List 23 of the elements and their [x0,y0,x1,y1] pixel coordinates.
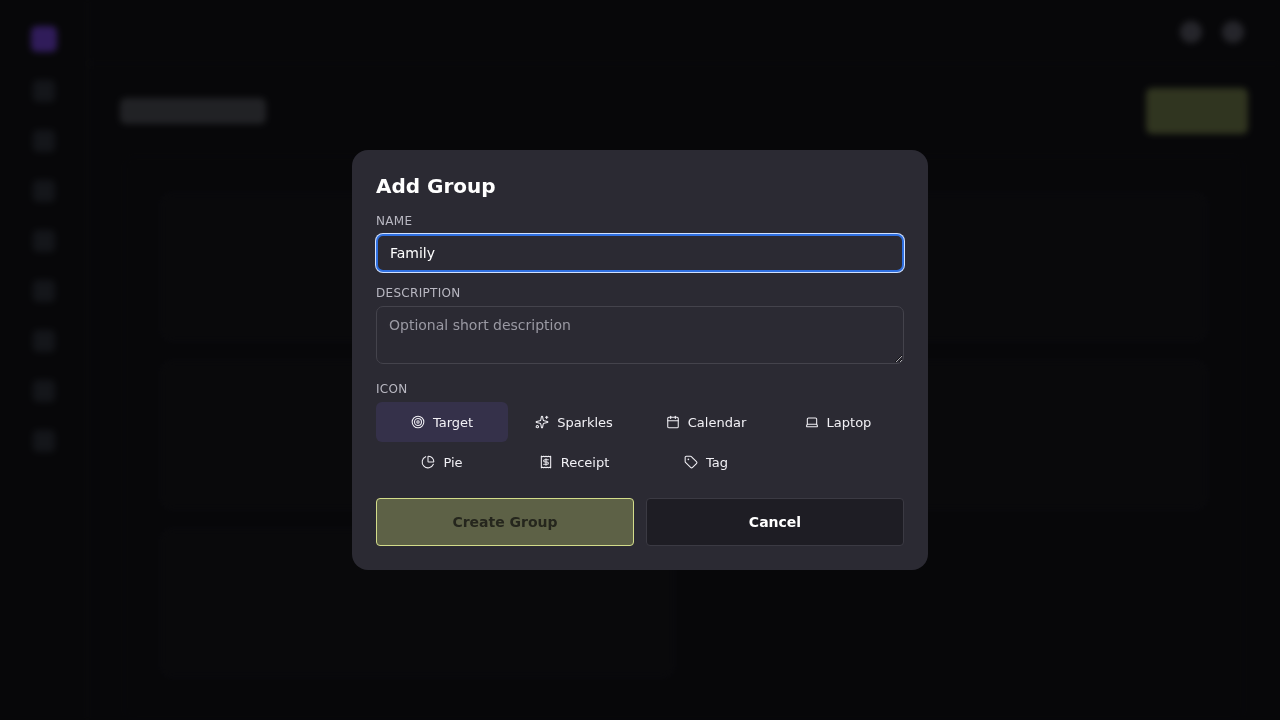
name-field[interactable]: Family [376,234,904,272]
icon-option[interactable]: Sparkles [508,402,640,442]
laptop-icon [804,415,819,429]
app-logo [30,26,57,52]
icon-option[interactable]: Tag [640,442,772,482]
description-field[interactable]: Optional short description [376,306,904,364]
icon-option[interactable]: Receipt [508,442,640,482]
icon-option[interactable]: Target [376,402,508,442]
icon-option[interactable]: Calendar [640,402,772,442]
cancel-button[interactable]: Cancel [646,498,904,546]
icon-option[interactable]: Pie [376,442,508,482]
field-label: NAME [376,214,413,228]
pie-chart-icon [421,455,436,469]
target-icon [410,415,425,429]
receipt-icon [538,455,553,469]
field-label: DESCRIPTION [376,286,461,300]
field-label: ICON [376,382,408,396]
tag-icon [684,455,698,469]
icon-option[interactable]: Laptop [772,402,904,442]
sparkles-icon [535,415,550,429]
add-button[interactable] [1146,88,1248,134]
dialog-title: Add Group [376,174,497,198]
calendar-icon [665,415,680,429]
